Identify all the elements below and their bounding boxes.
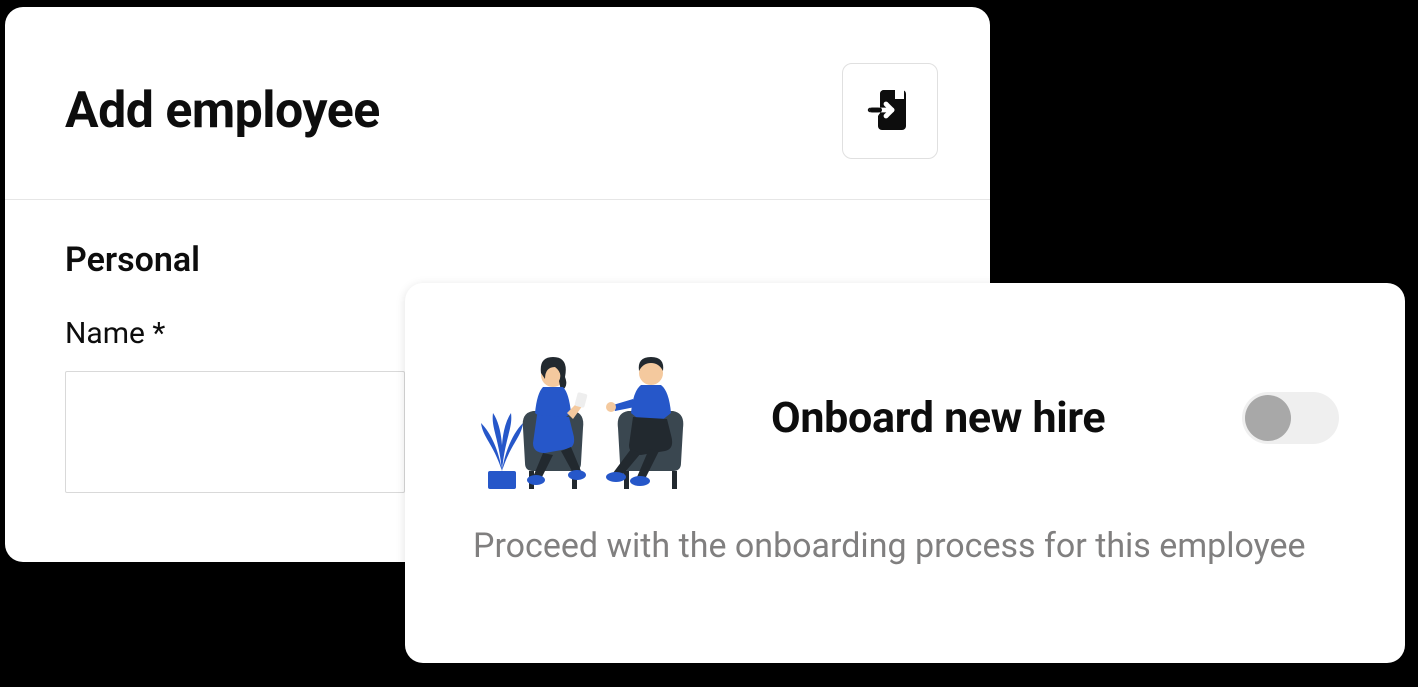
onboard-card: Onboard new hire Proceed with the onboar…	[405, 283, 1405, 663]
interview-illustration	[473, 343, 723, 493]
import-file-icon	[866, 86, 914, 137]
section-title-personal: Personal	[65, 240, 930, 280]
onboard-description: Proceed with the onboarding process for …	[473, 523, 1313, 571]
name-input[interactable]	[65, 371, 405, 493]
onboard-title: Onboard new hire	[771, 393, 1194, 443]
onboard-toggle[interactable]	[1242, 392, 1339, 444]
import-button[interactable]	[842, 63, 938, 159]
page-title: Add employee	[65, 82, 380, 140]
card-header: Add employee	[5, 7, 990, 200]
onboard-header-row: Onboard new hire	[473, 343, 1339, 493]
toggle-knob	[1245, 395, 1291, 441]
